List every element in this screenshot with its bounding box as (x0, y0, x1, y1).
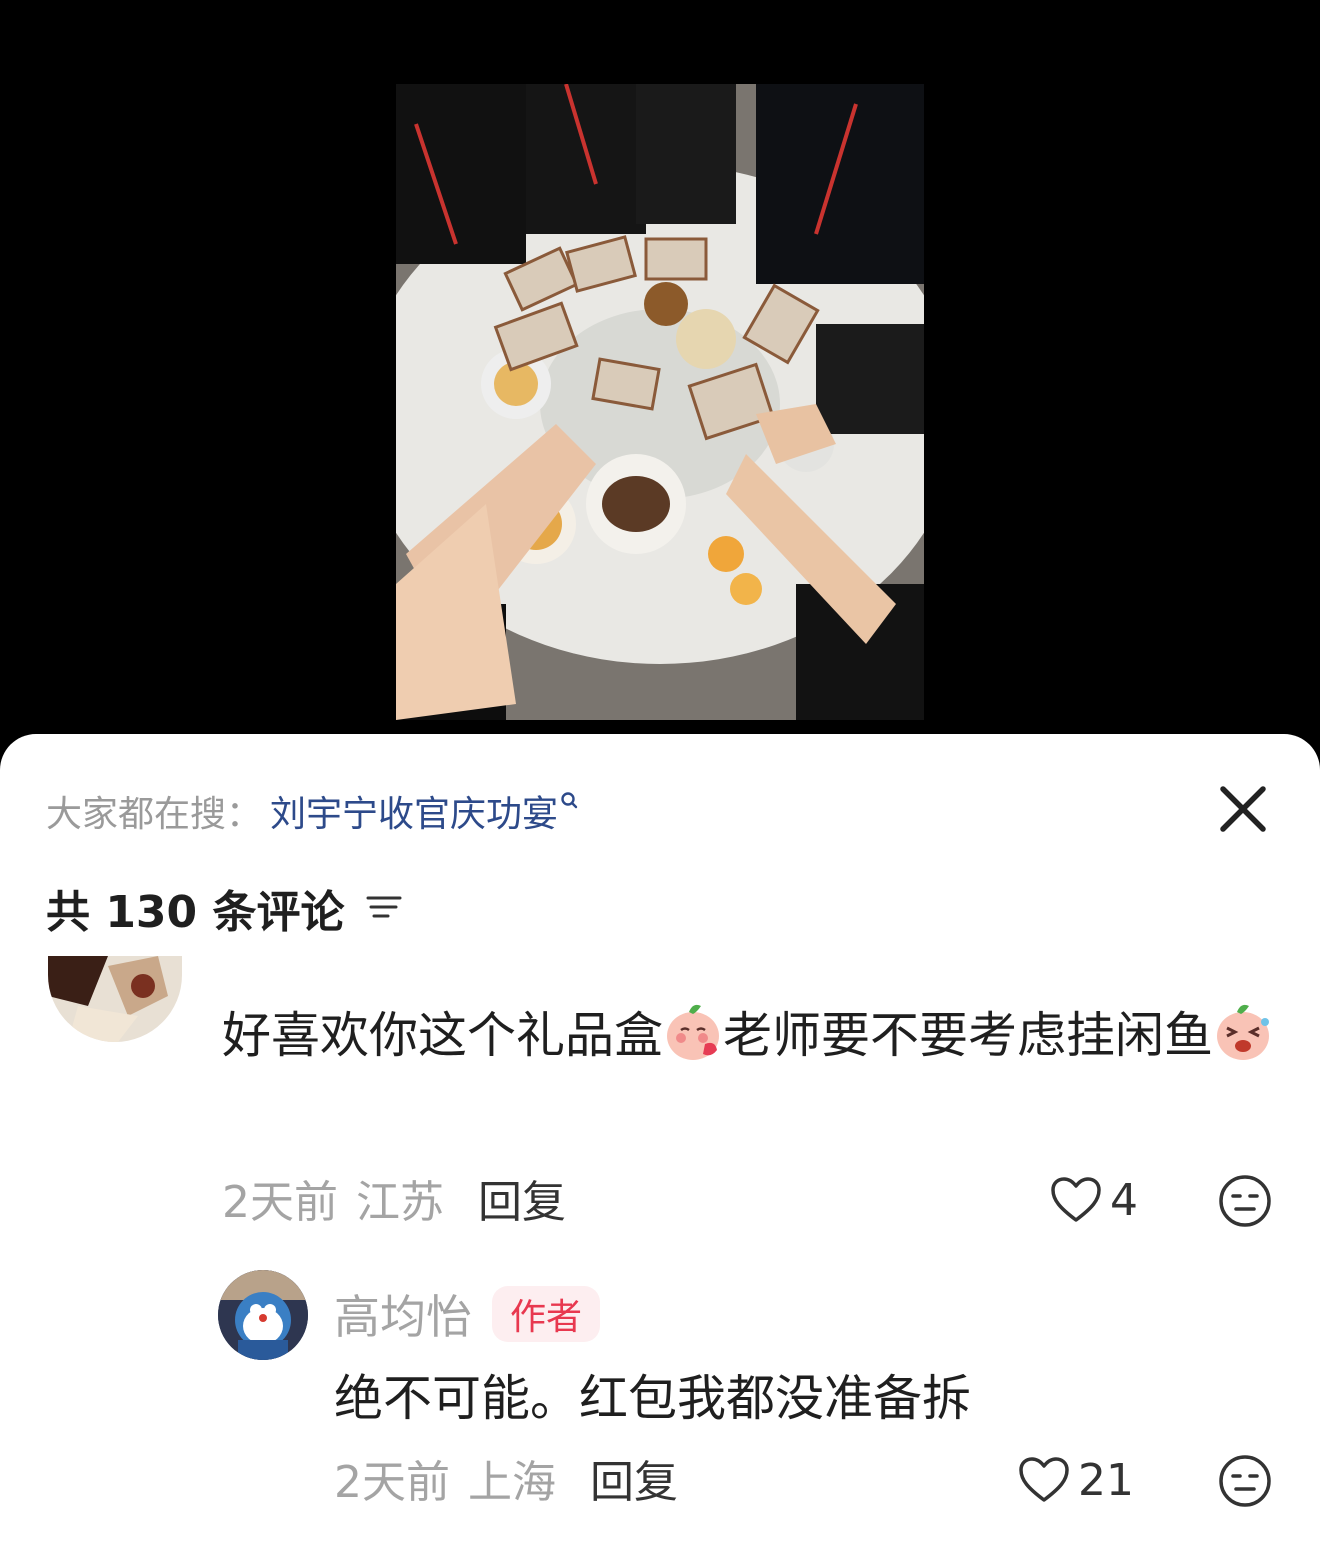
search-icon (561, 792, 578, 809)
reply-header: 高均怡 作者 (334, 1281, 601, 1347)
search-prefix: 大家都在搜： (46, 794, 263, 835)
reply-button[interactable]: 回复 (478, 1166, 566, 1230)
comment-time: 2天前 (222, 1177, 338, 1228)
close-icon (1220, 786, 1266, 832)
sort-icon[interactable] (366, 892, 402, 924)
photo-viewer (0, 0, 1320, 760)
comment-location: 江苏 (356, 1177, 444, 1228)
reply-author-name[interactable]: 高均怡 (334, 1281, 472, 1347)
reply-time: 2天前 (334, 1457, 450, 1508)
trending-search[interactable]: 大家都在搜： 刘宇宁收官庆功宴 (46, 786, 580, 836)
like-count: 4 (1110, 1174, 1138, 1226)
user-avatar-icon (48, 956, 182, 1042)
reply-reply-button[interactable]: 回复 (590, 1446, 678, 1510)
excited-emoji-icon (1217, 1004, 1270, 1060)
comment-body: 好喜欢你这个礼品盒 老师要不要考虑挂闲鱼 (222, 996, 1282, 1076)
author-badge: 作者 (492, 1286, 601, 1342)
doraemon-avatar-icon (218, 1270, 308, 1360)
comment-count-header: 共 130 条评论 (46, 876, 402, 940)
comment-text-part1: 好喜欢你这个礼品盒 (222, 1007, 664, 1064)
heart-icon (1019, 1457, 1069, 1502)
reply-location: 上海 (468, 1457, 556, 1508)
heart-icon (1051, 1177, 1101, 1222)
reply-like-button[interactable]: 21 (1018, 1450, 1134, 1510)
like-button[interactable]: 4 (1050, 1170, 1138, 1230)
search-term-link[interactable]: 刘宇宁收官庆功宴 (270, 785, 558, 837)
dislike-face-icon[interactable] (1218, 1454, 1272, 1508)
blush-emoji-icon (667, 1004, 720, 1060)
reply-avatar[interactable] (218, 1270, 308, 1360)
reply-like-count: 21 (1078, 1454, 1134, 1506)
comment-count: 共 130 条评论 (46, 887, 345, 938)
avatar[interactable] (48, 956, 182, 1042)
comments-panel: 大家都在搜： 刘宇宁收官庆功宴 共 130 条评论 好喜欢你这个礼品盒 老师要不… (0, 734, 1320, 1548)
close-button[interactable] (1212, 778, 1274, 840)
post-photo[interactable] (396, 84, 924, 720)
comment-meta: 2天前 江苏 回复 (222, 1168, 566, 1228)
dislike-face-icon[interactable] (1218, 1174, 1272, 1228)
reply-meta: 2天前 上海 回复 (334, 1448, 678, 1508)
comment-text-part2: 老师要不要考虑挂闲鱼 (723, 1007, 1214, 1064)
reply-body: 绝不可能。红包我都没准备拆 (334, 1370, 972, 1427)
